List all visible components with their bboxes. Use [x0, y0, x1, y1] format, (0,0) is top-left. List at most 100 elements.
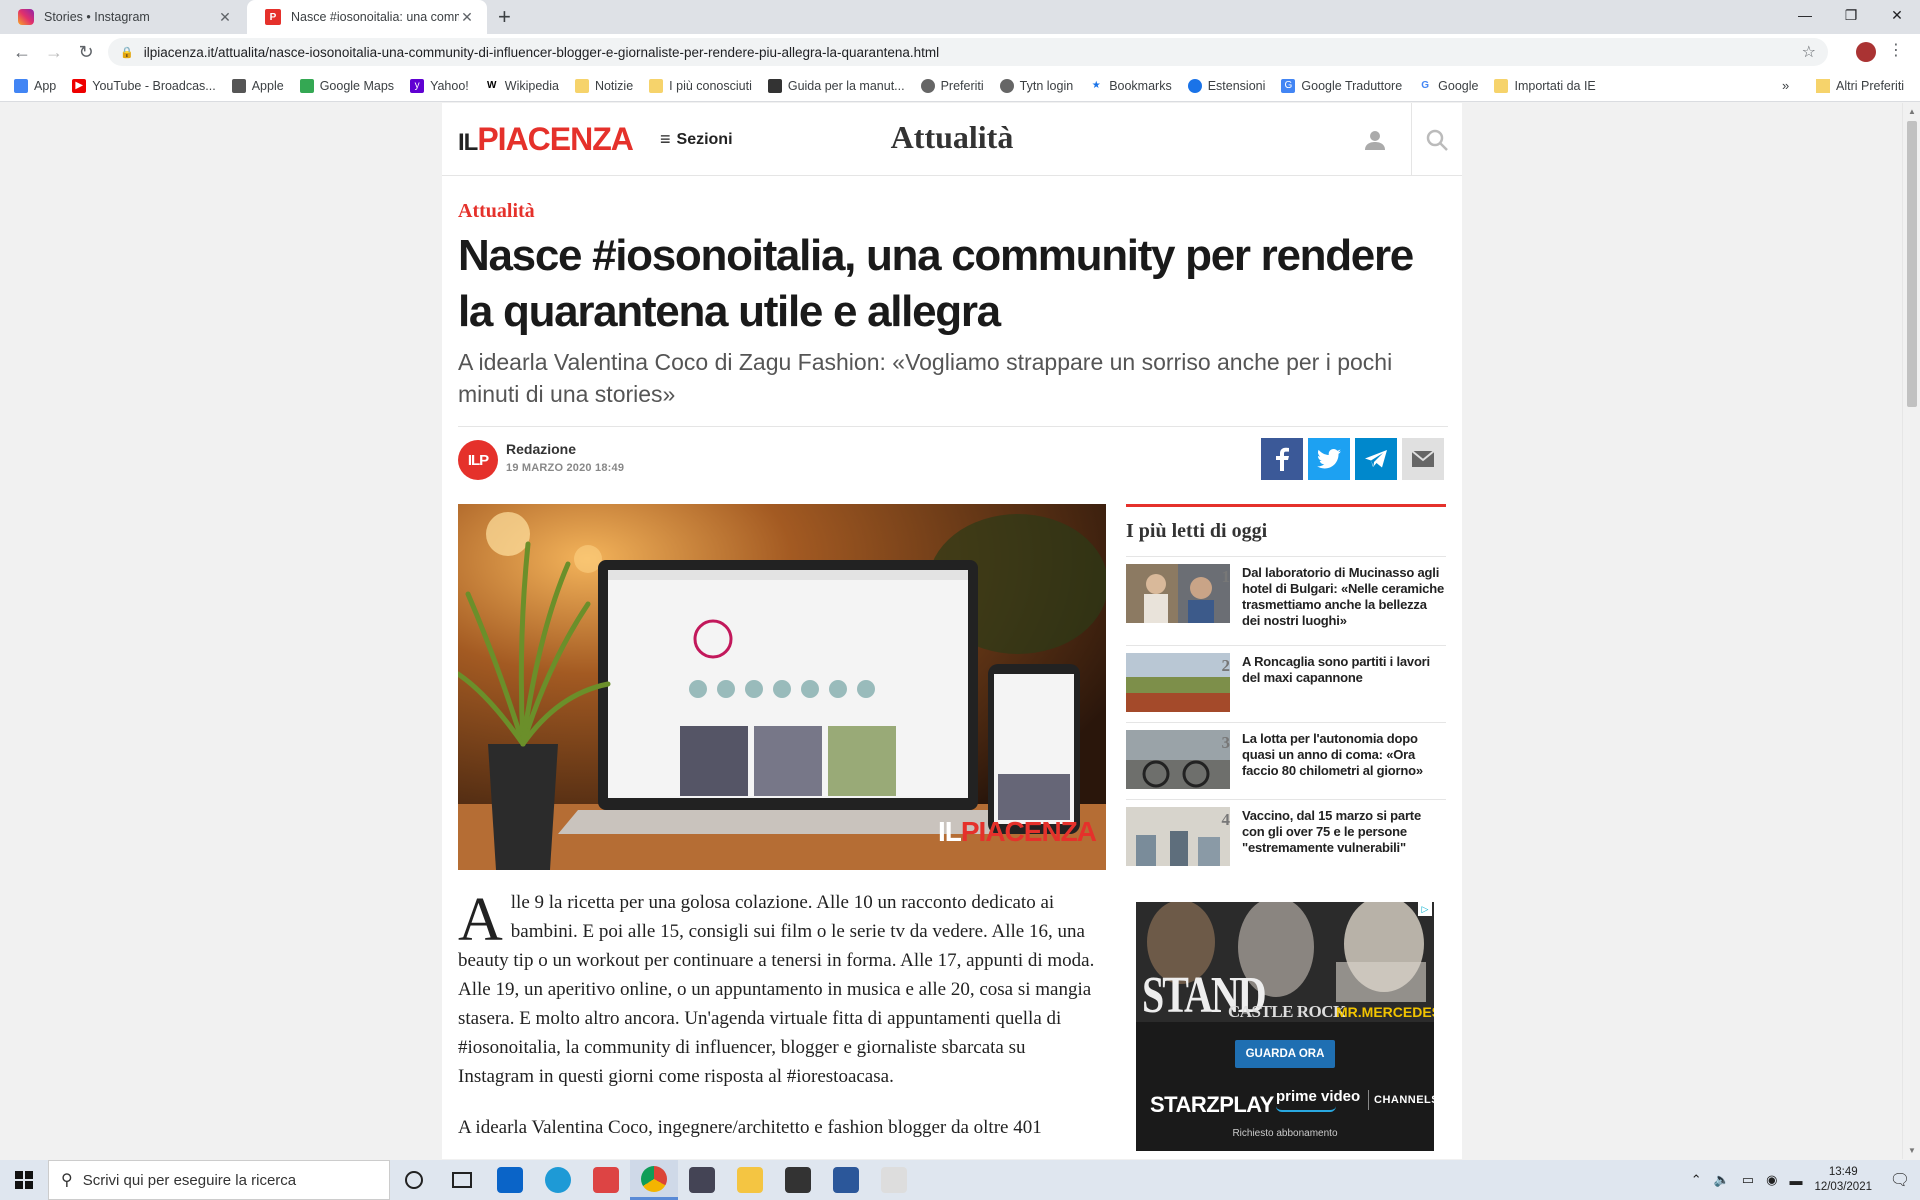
ad-brand: STARZPLAY	[1150, 1092, 1274, 1117]
twitter-icon	[1317, 449, 1341, 469]
folder-icon	[574, 78, 589, 93]
folder-icon	[649, 78, 664, 93]
most-read-title: I più letti di oggi	[1126, 520, 1268, 542]
bookmark-guida[interactable]: Guida per la manut...	[767, 78, 905, 93]
start-button[interactable]	[0, 1160, 48, 1200]
mail-app-icon[interactable]	[486, 1160, 534, 1200]
volume-icon[interactable]: 🔈	[1714, 1172, 1730, 1188]
star-icon: ★	[1089, 78, 1104, 93]
drop-cap: A	[458, 886, 503, 954]
page-scrollbar[interactable]: ▲ ▼	[1902, 103, 1920, 1159]
device-icon[interactable]: ▭	[1742, 1172, 1754, 1188]
menu-kebab-icon[interactable]: ⋮	[1888, 40, 1904, 60]
terminal-app-icon[interactable]	[678, 1160, 726, 1200]
notifications-icon[interactable]: 🗨	[1880, 1170, 1920, 1190]
globe-icon	[999, 78, 1014, 93]
bookmark-importati[interactable]: Importati da IE	[1494, 78, 1596, 93]
article-body: Alle 9 la ricetta per una golosa colazio…	[458, 888, 1106, 1159]
prime-smile-icon	[1276, 1106, 1336, 1112]
restore-icon[interactable]: ❐	[1828, 0, 1874, 34]
bookmark-bookmarks[interactable]: ★ Bookmarks	[1089, 78, 1172, 93]
tab-instagram[interactable]: Stories • Instagram ✕	[0, 0, 245, 34]
article-category-link[interactable]: Attualità	[458, 200, 535, 223]
bookmark-other-folder[interactable]: Altri Preferiti	[1816, 70, 1904, 102]
search-button[interactable]	[1412, 103, 1462, 176]
system-clock[interactable]: 13:49 12/03/2021	[1814, 1165, 1872, 1195]
bookmark-preferiti[interactable]: Preferiti	[920, 78, 984, 93]
share-twitter-button[interactable]	[1308, 438, 1350, 480]
bookmark-yahoo[interactable]: y Yahoo!	[410, 78, 469, 93]
lock-icon[interactable]: 🔒	[120, 46, 134, 59]
hamburger-icon: ≡	[660, 129, 671, 149]
tab-article[interactable]: P Nasce #iosonoitalia: una commu ✕	[247, 0, 487, 34]
most-read-item[interactable]: 3 La lotta per l'autonomia dopo quasi un…	[1126, 722, 1446, 799]
profile-avatar[interactable]	[1856, 42, 1876, 62]
user-icon	[1364, 130, 1385, 150]
reload-icon[interactable]: ↻	[74, 40, 98, 64]
bookmark-notizie[interactable]: Notizie	[574, 78, 633, 93]
sections-menu-button[interactable]: ≡ Sezioni	[660, 129, 733, 150]
close-window-icon[interactable]: ✕	[1874, 0, 1920, 34]
taskbar-search-input[interactable]: ⚲ Scrivi qui per eseguire la ricerca	[48, 1160, 390, 1200]
most-read-item[interactable]: 4 Vaccino, dal 15 marzo si parte con gli…	[1126, 799, 1446, 876]
task-view-icon[interactable]	[438, 1160, 486, 1200]
bookmark-wikipedia[interactable]: W Wikipedia	[484, 78, 559, 93]
share-email-button[interactable]	[1402, 438, 1444, 480]
scrollbar-thumb[interactable]	[1907, 121, 1917, 407]
most-read-item[interactable]: 2 A Roncaglia sono partiti i lavori del …	[1126, 645, 1446, 722]
youtube-icon: ▶	[72, 78, 87, 93]
display-icon[interactable]: ▬	[1789, 1173, 1802, 1188]
article-hero-image[interactable]: ILPIACENZA	[458, 504, 1106, 870]
edge-app-icon[interactable]	[534, 1160, 582, 1200]
bookmark-tytn[interactable]: Tytn login	[999, 78, 1073, 93]
divider	[1126, 504, 1446, 507]
most-read-headline[interactable]: Dal laboratorio di Mucinasso agli hotel …	[1242, 565, 1446, 629]
chevron-up-icon[interactable]: ⌃	[1691, 1172, 1702, 1188]
most-read-list: 1 Dal laboratorio di Mucinasso agli hote…	[1126, 556, 1446, 876]
forward-icon[interactable]: →	[42, 40, 66, 64]
cortana-icon[interactable]	[390, 1160, 438, 1200]
advertisement-banner[interactable]: ▷ STAND CASTLE ROCK MR.MERCEDES GUARDA O…	[1136, 902, 1434, 1151]
bookmark-piu-conosciuti[interactable]: I più conosciuti	[649, 78, 752, 93]
paint-app-icon[interactable]	[870, 1160, 918, 1200]
image-watermark: ILPIACENZA	[937, 816, 1097, 847]
adchoices-icon[interactable]: ▷	[1418, 902, 1432, 916]
most-read-rank: 1	[1221, 567, 1231, 586]
new-tab-icon[interactable]: +	[498, 4, 511, 30]
most-read-headline[interactable]: A Roncaglia sono partiti i lavori del ma…	[1242, 654, 1446, 686]
user-account-button[interactable]	[1338, 103, 1412, 176]
word-app-icon[interactable]	[822, 1160, 870, 1200]
windows-taskbar: ⚲ Scrivi qui per eseguire la ricerca ⌃ 🔈…	[0, 1160, 1920, 1200]
bookmark-traduttore[interactable]: G Google Traduttore	[1281, 78, 1402, 93]
bookmark-youtube[interactable]: ▶ YouTube - Broadcas...	[72, 78, 216, 93]
network-icon[interactable]: ◉	[1766, 1172, 1777, 1188]
file-explorer-icon[interactable]	[726, 1160, 774, 1200]
bookmark-app[interactable]: App	[14, 78, 56, 93]
most-read-item[interactable]: 1 Dal laboratorio di Mucinasso agli hote…	[1126, 556, 1446, 645]
scroll-up-icon[interactable]: ▲	[1908, 107, 1916, 116]
back-icon[interactable]: ←	[10, 40, 34, 64]
most-read-rank: 3	[1221, 733, 1231, 752]
bookmark-apple[interactable]: Apple	[231, 78, 284, 93]
bookmarks-overflow-button[interactable]: »	[1782, 78, 1789, 93]
close-tab-icon[interactable]: ✕	[459, 9, 475, 26]
close-tab-icon[interactable]: ✕	[217, 9, 233, 26]
clock-date: 12/03/2021	[1814, 1181, 1872, 1193]
share-facebook-button[interactable]	[1261, 438, 1303, 480]
most-read-headline[interactable]: Vaccino, dal 15 marzo si parte con gli o…	[1242, 808, 1446, 856]
minimize-icon[interactable]: —	[1782, 0, 1828, 34]
author-name[interactable]: Redazione	[506, 441, 576, 457]
bookmark-estensioni[interactable]: Estensioni	[1187, 78, 1265, 93]
most-read-headline[interactable]: La lotta per l'autonomia dopo quasi un a…	[1242, 731, 1446, 779]
address-bar[interactable]: 🔒 ilpiacenza.it/attualita/nasce-iosonoit…	[108, 38, 1828, 66]
scroll-down-icon[interactable]: ▼	[1908, 1146, 1916, 1155]
snipping-tool-icon[interactable]	[582, 1160, 630, 1200]
bookmark-google[interactable]: G Google	[1418, 78, 1478, 93]
site-logo[interactable]: ILPIACENZA	[458, 121, 634, 158]
store-app-icon[interactable]	[774, 1160, 822, 1200]
bookmark-google-maps[interactable]: Google Maps	[299, 78, 394, 93]
chrome-app-icon[interactable]	[630, 1160, 678, 1200]
bookmark-star-icon[interactable]: ☆	[1802, 42, 1816, 62]
share-telegram-button[interactable]	[1355, 438, 1397, 480]
ad-cta-button[interactable]: GUARDA ORA	[1235, 1040, 1335, 1068]
